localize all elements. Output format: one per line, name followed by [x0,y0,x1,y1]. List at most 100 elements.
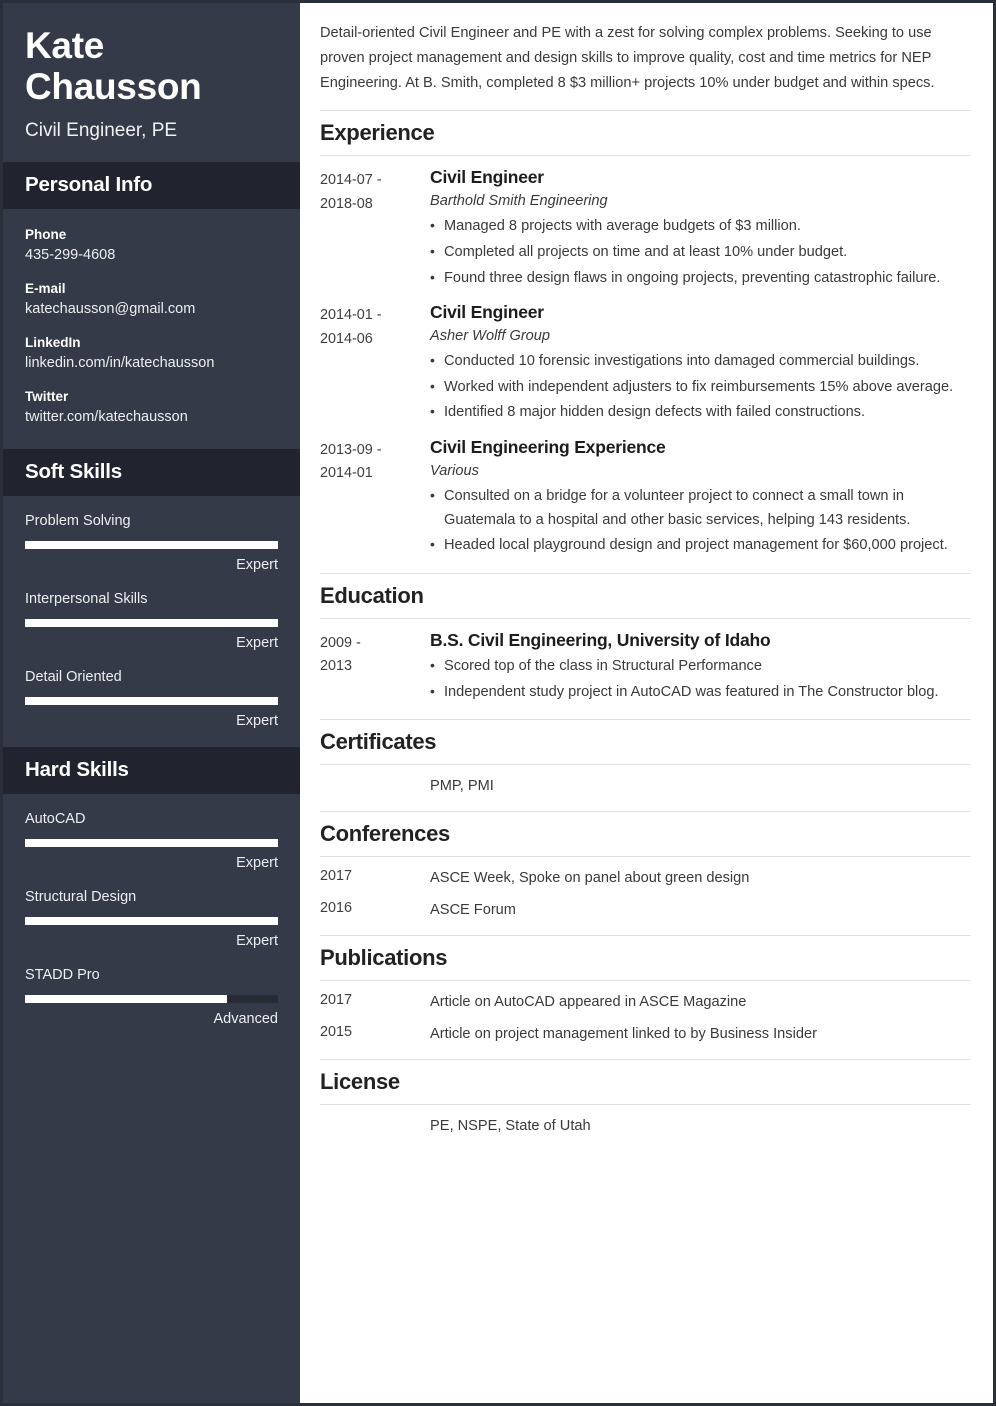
skill-name: Detail Oriented [25,669,122,686]
date-start: 2009 - [320,635,361,652]
contact-item-phone: Phone 435-299-4608 [25,227,278,264]
contact-item-twitter: Twitter twitter.com/katechausson [25,389,278,426]
skill-name: STADD Pro [25,967,100,984]
skill-progress-fill [25,995,228,1004]
contact-value[interactable]: twitter.com/katechausson [25,408,278,426]
candidate-name: Kate Chausson [25,25,202,108]
contact-item-email: E-mail katechausson@gmail.com [25,281,278,318]
date-end: 2013 [320,658,353,675]
entry-organization: Asher Wolff Group [430,328,551,345]
entry-date-range: 2009 - 2013 [320,630,430,679]
skill-name: Problem Solving [25,513,131,530]
skill-level-label: Expert [236,855,278,872]
skill-progress-fill [25,917,278,926]
entry-text: ASCE Forum [430,902,516,919]
soft-skills-heading: Soft Skills [25,460,122,484]
certificates-heading: Certificates [320,729,437,755]
entry-body: Civil Engineer Barthold Smith Engineerin… [430,167,971,292]
entry-bullets: Conducted 10 forensic investigations int… [430,349,971,425]
entry-body: Civil Engineer Asher Wolff Group Conduct… [430,302,971,427]
education-entries: 2009 - 2013 B.S. Civil Engineering, Univ… [320,619,971,719]
entry-title: B.S. Civil Engineering, University of Id… [430,630,771,651]
contact-label: Phone [25,226,67,242]
publications-entries: 2017 Article on AutoCAD appeared in ASCE… [320,981,971,1059]
date-start: 2014-07 - [320,172,382,189]
hard-skills-list: AutoCAD Expert Structural Design Expert … [3,794,300,1045]
publications-heading: Publications [320,945,448,970]
experience-section-header: Experience [320,110,971,157]
skill-item: Detail Oriented Expert [25,669,278,729]
bullet-item: Worked with independent adjusters to fix… [430,375,971,400]
experience-entries: 2014-07 - 2018-08 Civil Engineer Barthol… [320,156,971,573]
skill-progress-fill [25,541,278,550]
conference-entry: 2017 ASCE Week, Spoke on panel about gre… [320,868,971,890]
entry-text: ASCE Week, Spoke on panel about green de… [430,870,750,887]
entry-date-range: 2014-07 - 2018-08 [320,167,430,216]
skill-item: STADD Pro Advanced [25,967,278,1027]
skill-level-label: Expert [236,933,278,950]
education-section-header: Education [320,573,971,620]
entry-organization: Barthold Smith Engineering [430,193,608,210]
bullet-item: Completed all projects on time and at le… [430,240,971,265]
bullet-item: Conducted 10 forensic investigations int… [430,349,971,374]
publication-entry: 2017 Article on AutoCAD appeared in ASCE… [320,992,971,1014]
soft-skills-list: Problem Solving Expert Interpersonal Ski… [3,496,300,747]
experience-entry: 2013-09 - 2014-01 Civil Engineering Expe… [320,437,971,560]
skill-progress-fill [25,697,278,706]
contact-label: Twitter [25,389,69,405]
entry-date: 2016 [320,900,353,917]
skill-progress-fill [25,839,278,848]
entry-date: 2015 [320,1023,353,1040]
contact-value[interactable]: katechausson@gmail.com [25,300,278,318]
bullet-item: Headed local playground design and proje… [430,533,971,558]
entry-text: Article on project management linked to … [430,1025,817,1042]
conferences-section-header: Conferences [320,811,971,858]
education-entry: 2009 - 2013 B.S. Civil Engineering, Univ… [320,630,971,706]
professional-summary: Detail-oriented Civil Engineer and PE wi… [320,25,935,92]
skill-name: AutoCAD [25,811,86,828]
entry-title: Civil Engineer [430,302,544,323]
skill-progress-track [25,917,278,926]
contact-value[interactable]: 435-299-4608 [25,246,278,264]
license-entries: PE, NSPE, State of Utah [320,1105,971,1151]
education-heading: Education [320,583,424,609]
candidate-job-title: Civil Engineer, PE [25,119,178,141]
conferences-heading: Conferences [320,821,450,847]
contact-value[interactable]: linkedin.com/in/katechausson [25,354,278,372]
entry-body: Civil Engineering Experience Various Con… [430,437,971,560]
entry-bullets: Scored top of the class in Structural Pe… [430,654,971,704]
skill-progress-track [25,839,278,848]
publication-entry: 2015 Article on project management linke… [320,1024,971,1046]
skill-item: AutoCAD Expert [25,811,278,871]
sidebar: Kate Chausson Civil Engineer, PE Persona… [3,3,300,1403]
certificates-section-header: Certificates [320,719,971,766]
resume-page: Kate Chausson Civil Engineer, PE Persona… [0,0,996,1406]
bullet-item: Found three design flaws in ongoing proj… [430,266,971,291]
entry-text: PE, NSPE, State of Utah [430,1117,591,1134]
personal-info-section-header: Personal Info [3,161,300,209]
skill-item: Problem Solving Expert [25,513,278,573]
date-start: 2013-09 - [320,442,382,459]
bullet-item: Managed 8 projects with average budgets … [430,214,971,239]
entry-title: Civil Engineering Experience [430,437,666,458]
skill-progress-track [25,541,278,550]
entry-title: Civil Engineer [430,167,544,188]
entry-text: PMP, PMI [430,778,494,795]
license-heading: License [320,1068,400,1094]
skill-name: Structural Design [25,889,137,906]
date-end: 2014-01 [320,465,373,482]
skill-name: Interpersonal Skills [25,591,148,608]
entry-bullets: Managed 8 projects with average budgets … [430,214,971,291]
skill-progress-fill [25,619,278,628]
entry-date: 2017 [320,992,353,1008]
entry-body: B.S. Civil Engineering, University of Id… [430,630,971,706]
conferences-entries: 2017 ASCE Week, Spoke on panel about gre… [320,857,971,935]
skill-progress-track [25,697,278,706]
entry-bullets: Consulted on a bridge for a volunteer pr… [430,484,971,558]
entry-date-range: 2013-09 - 2014-01 [320,437,430,486]
contact-item-linkedin: LinkedIn linkedin.com/in/katechausson [25,335,278,372]
skill-level-label: Expert [236,635,278,652]
hard-skills-heading: Hard Skills [25,758,129,782]
skill-progress-track [25,995,278,1004]
skill-level-label: Expert [236,557,278,574]
